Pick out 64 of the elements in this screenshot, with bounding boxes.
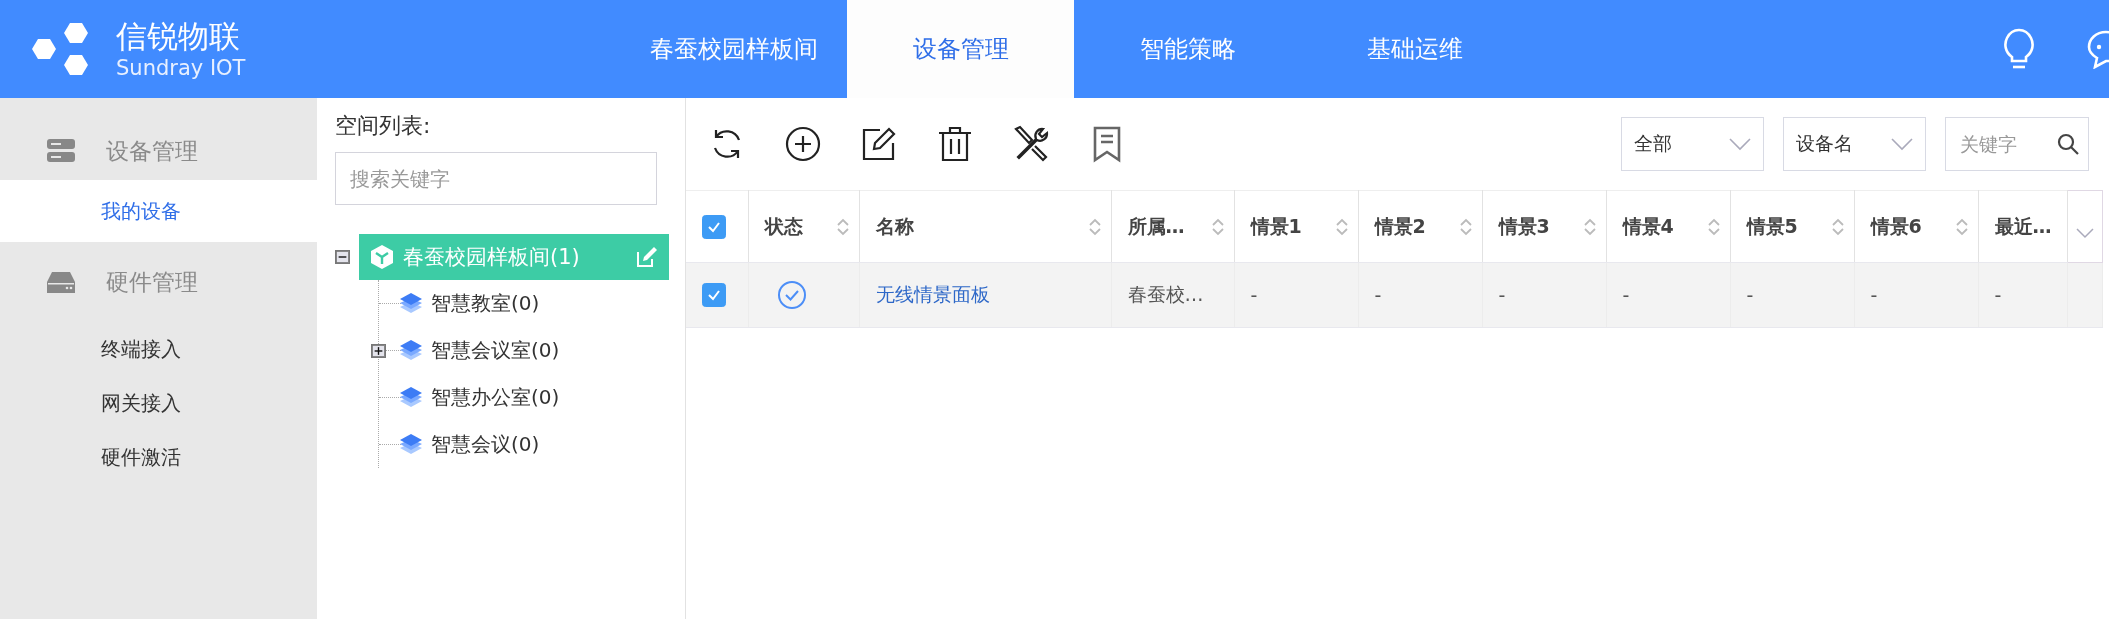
collapse-toggle-icon[interactable] [335,250,350,264]
chevron-down-icon [1729,137,1751,151]
sort-icon[interactable] [1583,217,1596,236]
chevron-down-icon [1891,137,1913,151]
sort-icon[interactable] [1088,217,1101,236]
dropdown[interactable]: 设备名 [1783,117,1926,171]
drive-icon [46,269,76,295]
column-header[interactable]: 情景3 [1482,190,1606,263]
column-header[interactable]: 情景6 [1854,190,1978,263]
add-icon[interactable] [784,125,822,163]
column-header[interactable]: 情景4 [1606,190,1730,263]
brand-subtitle: Sundray IOT [116,55,246,81]
server-icon [46,138,76,164]
menu-item[interactable]: 我的设备 [0,180,317,242]
sort-icon[interactable] [1831,217,1844,236]
menu-item[interactable]: 终端接入 [0,322,317,376]
table-cell: - [1498,284,1506,306]
tree-node[interactable]: 智慧教室(0) [399,290,540,317]
menu-item[interactable]: 网关接入 [0,376,317,430]
layers-icon [399,338,423,363]
search-field[interactable]: 关键字 [1945,117,2089,171]
sort-icon[interactable] [1955,217,1968,236]
column-header[interactable]: 最近… [1978,190,2067,263]
dropdown[interactable]: 全部 [1621,117,1764,171]
checkbox[interactable] [702,214,726,239]
brand-name: 信锐物联 [116,17,241,55]
tree-node[interactable]: 智慧办公室(0) [399,384,560,411]
sort-icon[interactable] [1335,217,1348,236]
chevron-down-icon [2075,226,2094,239]
column-header[interactable]: 所属… [1111,190,1234,263]
table-cell: - [1994,284,2002,306]
table-cell: - [1622,284,1630,306]
sort-icon[interactable] [1707,217,1720,236]
tools-icon[interactable] [1012,125,1050,163]
nav-tab[interactable]: 设备管理 [847,0,1074,98]
cube-icon [369,244,395,270]
tree-node[interactable]: 智慧会议室(0) [399,337,560,364]
panel-title: 空间列表: [335,112,432,140]
lightbulb-icon[interactable] [2001,27,2037,71]
search-field[interactable]: 搜索关键字 [335,152,657,205]
sort-icon[interactable] [1211,217,1224,236]
expand-toggle-icon[interactable] [371,343,386,358]
column-header[interactable]: 情景5 [1730,190,1854,263]
device-name-link[interactable]: 无线情景面板 [875,283,990,305]
edit-icon[interactable] [860,125,898,163]
layers-icon [399,385,423,410]
delete-icon[interactable] [936,125,974,163]
checkbox[interactable] [702,283,726,307]
column-header[interactable]: 情景2 [1358,190,1482,263]
table-cell: - [1374,284,1382,306]
search-icon[interactable] [2057,133,2079,155]
table-cell: 春蚕校… [1127,283,1204,305]
table-cell: - [1746,284,1754,306]
table-cell: - [1870,284,1878,306]
menu-item[interactable]: 硬件激活 [0,430,317,484]
column-header[interactable]: 名称 [859,190,1111,263]
column-header[interactable]: 情景1 [1234,190,1358,263]
column-header[interactable]: 状态 [748,190,859,263]
layers-icon [399,291,423,316]
table-cell: - [1250,284,1258,306]
sort-icon[interactable] [836,217,849,236]
sort-icon[interactable] [1459,217,1472,236]
tree-node[interactable]: 智慧会议(0) [399,431,540,458]
layers-icon [399,432,423,457]
